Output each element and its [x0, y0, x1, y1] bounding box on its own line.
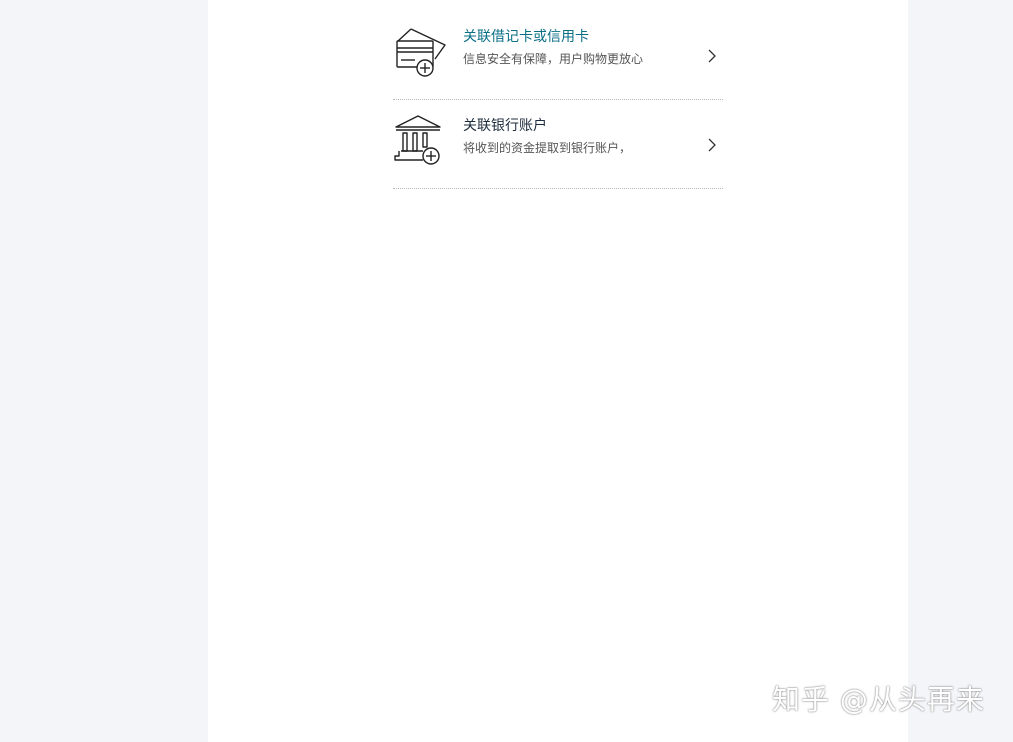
chevron-right-icon	[707, 137, 717, 152]
link-account-options: 关联借记卡或信用卡 信息安全有保障，用户购物更放心 关联银行账户 将收到的资金提…	[393, 11, 723, 189]
link-bank-subtitle: 将收到的资金提取到银行账户，	[463, 141, 632, 155]
link-card-option[interactable]: 关联借记卡或信用卡 信息安全有保障，用户购物更放心	[393, 11, 723, 100]
link-bank-text: 关联银行账户 将收到的资金提取到银行账户，	[463, 116, 693, 156]
link-card-title[interactable]: 关联借记卡或信用卡	[463, 27, 693, 47]
credit-card-add-icon	[393, 25, 449, 85]
link-card-subtitle: 信息安全有保障，用户购物更放心	[463, 52, 644, 66]
bank-add-icon	[393, 114, 449, 174]
link-bank-option[interactable]: 关联银行账户 将收到的资金提取到银行账户，	[393, 100, 723, 189]
chevron-right-icon	[707, 48, 717, 63]
watermark: 知乎 @从头再来	[772, 683, 985, 716]
link-bank-title[interactable]: 关联银行账户	[463, 116, 693, 136]
link-card-text: 关联借记卡或信用卡 信息安全有保障，用户购物更放心	[463, 27, 693, 67]
